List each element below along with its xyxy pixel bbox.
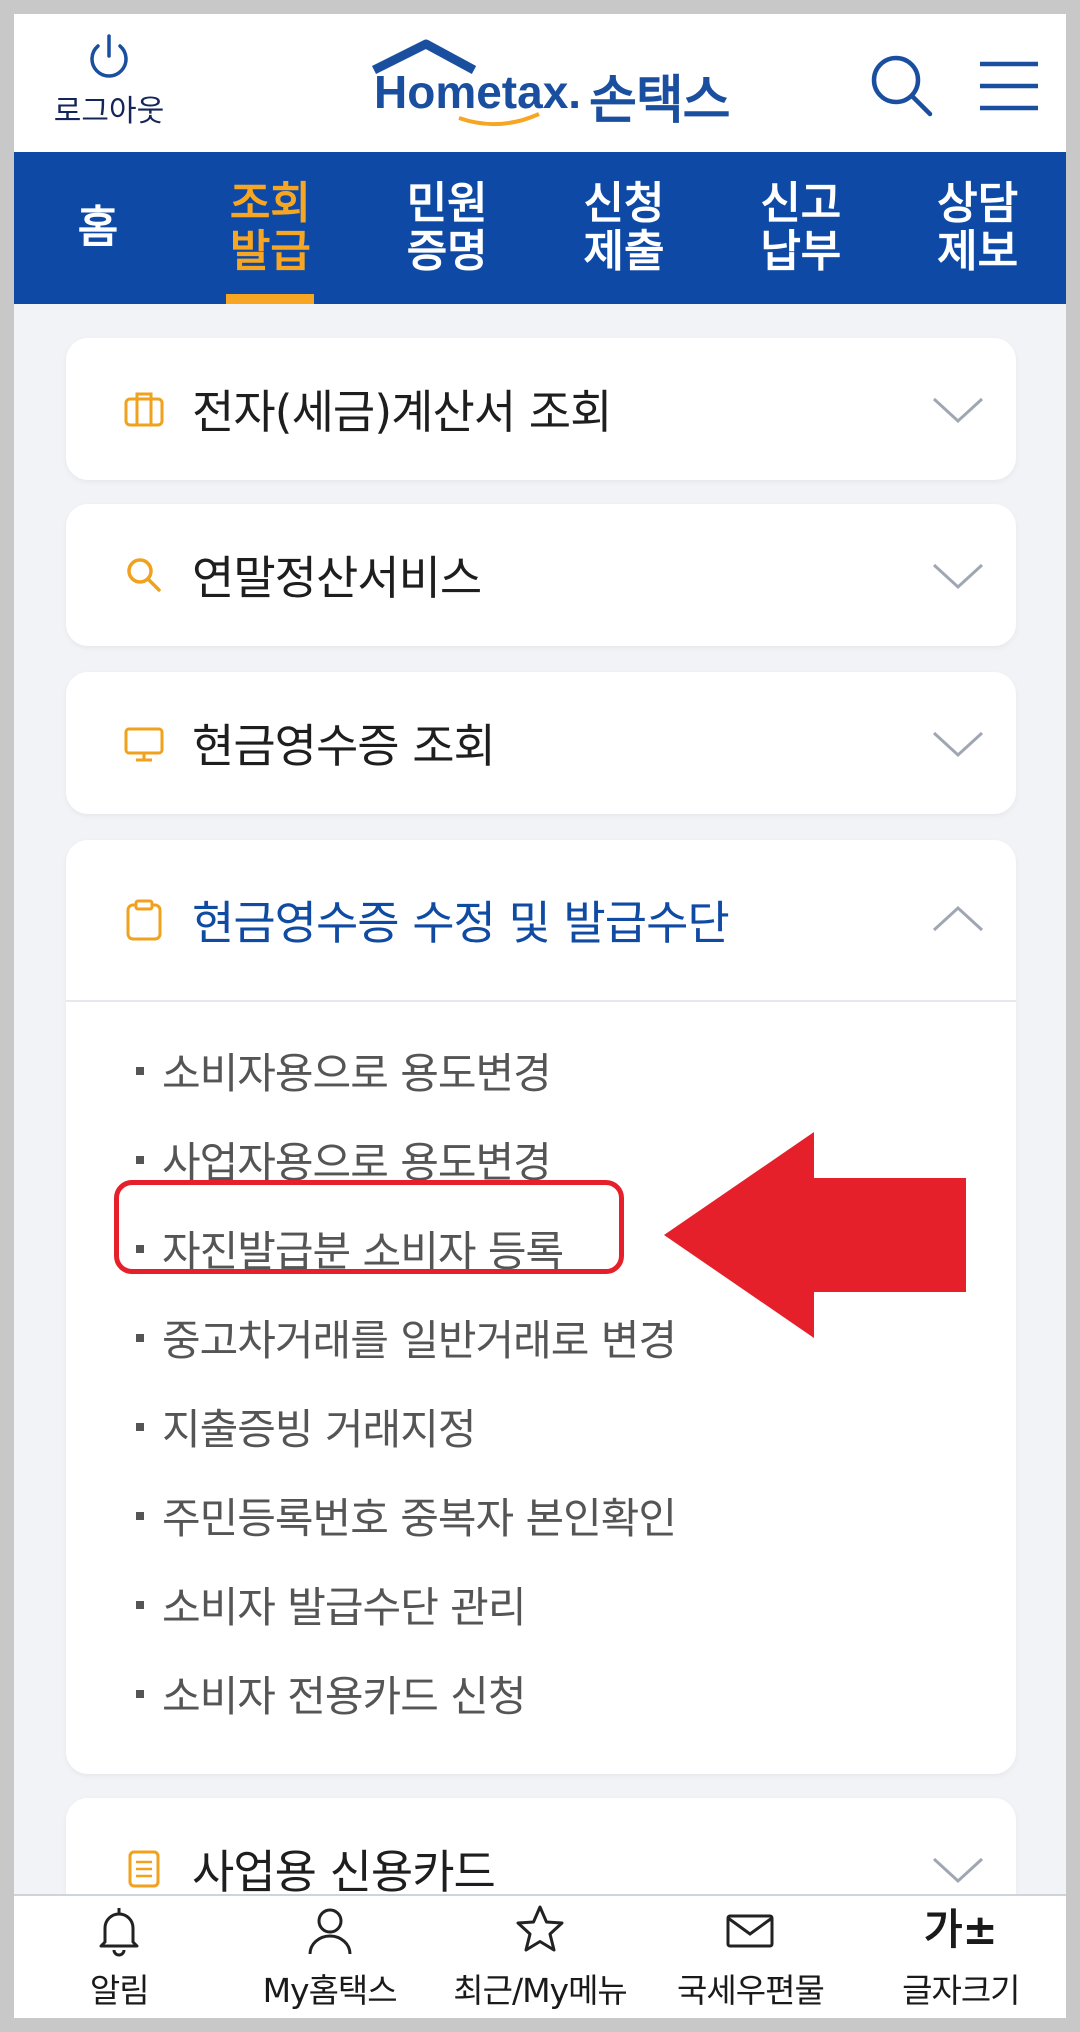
submenu-item[interactable]: 주민등록번호 중복자 본인확인 xyxy=(66,1471,1016,1560)
font-size-icon: 가± xyxy=(923,1905,998,1954)
chevron-up-icon xyxy=(932,905,984,932)
submenu-label: 지출증빙 거래지정 xyxy=(162,1405,476,1454)
bottom-tab-label: 글자크기 xyxy=(902,1971,1020,2010)
section-title: 연말정산서비스 xyxy=(192,551,482,605)
user-icon xyxy=(308,1908,352,1955)
logout-label: 로그아웃 xyxy=(53,94,165,129)
nav-tab-label: 상담 제보 xyxy=(937,178,1019,277)
bullet-icon xyxy=(136,1689,144,1698)
submenu-label: 주민등록번호 중복자 본인확인 xyxy=(162,1494,677,1543)
section-title: 전자(세금)계산서 조회 xyxy=(192,385,612,439)
section-card-year-end: 연말정산서비스 xyxy=(66,504,1016,646)
nav-tab-report-pay[interactable]: 신고 납부 xyxy=(712,152,889,304)
main-nav: 홈 조회 발급 민원 증명 신청 제출 신고 납부 상담 제보 xyxy=(14,152,1066,304)
bottom-tab-label: My홈택스 xyxy=(262,1971,398,2010)
chevron-down-icon xyxy=(932,1857,984,1884)
chevron-down-icon xyxy=(932,731,984,758)
header-menu-button[interactable] xyxy=(974,50,1044,120)
red-arrow-icon xyxy=(664,1132,966,1338)
nav-tab-label: 조회 발급 xyxy=(229,178,311,277)
top-header: 로그아웃 Hometax. 손택스 xyxy=(14,14,1066,152)
section-card-e-invoice: 전자(세금)계산서 조회 xyxy=(66,338,1016,480)
search-icon xyxy=(871,55,933,117)
bullet-icon xyxy=(136,1333,144,1342)
mail-icon xyxy=(726,1914,774,1948)
nav-tab-home[interactable]: 홈 xyxy=(14,152,182,304)
section-card-cash-receipt: 현금영수증 조회 xyxy=(66,672,1016,814)
bottom-tab-bar: 알림 My홈택스 최근/My메뉴 국세우편물 가± 글자크기 xyxy=(14,1894,1066,2018)
hamburger-menu-icon xyxy=(980,61,1038,111)
hometax-logo[interactable]: Hometax. 손택스 xyxy=(364,36,744,136)
submenu-item[interactable]: 지출증빙 거래지정 xyxy=(66,1382,1016,1471)
section-title: 사업용 신용카드 xyxy=(192,1845,496,1899)
star-icon xyxy=(516,1905,564,1952)
highlight-box xyxy=(114,1180,624,1274)
nav-tab-label: 홈 xyxy=(77,202,119,253)
chevron-down-icon xyxy=(932,397,984,424)
bottom-tab-tax-mail[interactable]: 국세우편물 xyxy=(645,1896,855,2018)
nav-tab-apply-submit[interactable]: 신청 제출 xyxy=(536,152,713,304)
bullet-icon xyxy=(136,1600,144,1609)
monitor-icon xyxy=(124,727,164,762)
document-icon xyxy=(128,1850,160,1888)
submenu-item[interactable]: 소비자용으로 용도변경 xyxy=(66,1026,1016,1115)
submenu-label: 소비자용으로 용도변경 xyxy=(162,1049,552,1098)
chevron-down-icon xyxy=(932,563,984,590)
hometax-logo-mark: Hometax. xyxy=(371,39,581,127)
bottom-tab-my-hometax[interactable]: My홈택스 xyxy=(224,1896,434,2018)
bottom-tab-label: 알림 xyxy=(89,1971,150,2010)
submenu-item[interactable]: 소비자 발급수단 관리 xyxy=(66,1560,1016,1649)
nav-tab-inquiry-issue[interactable]: 조회 발급 xyxy=(182,152,359,304)
submenu-item[interactable]: 소비자 전용카드 신청 xyxy=(66,1649,1016,1738)
briefcase-icon xyxy=(124,392,164,427)
section-title: 현금영수증 조회 xyxy=(192,719,496,773)
logo-word: Hometax. xyxy=(374,66,581,118)
bell-icon xyxy=(99,1908,139,1957)
clipboard-icon xyxy=(126,899,162,941)
bottom-tab-label: 최근/My메뉴 xyxy=(453,1971,628,2010)
submenu-list: 소비자용으로 용도변경 사업자용으로 용도변경 자진발급분 소비자 등록 중고차… xyxy=(66,1002,1016,1768)
nav-tab-label: 민원 증명 xyxy=(406,178,488,277)
nav-tab-label: 신청 제출 xyxy=(583,178,665,277)
section-header[interactable]: 현금영수증 수정 및 발급수단 xyxy=(66,840,1016,1000)
section-header[interactable]: 전자(세금)계산서 조회 xyxy=(66,338,1016,480)
brand-name: 손택스 xyxy=(589,71,731,131)
bottom-tab-label: 국세우편물 xyxy=(677,1971,825,2010)
nav-tab-civil-certificate[interactable]: 민원 증명 xyxy=(359,152,536,304)
submenu-label: 소비자 전용카드 신청 xyxy=(162,1672,526,1721)
nav-tab-label: 신고 납부 xyxy=(760,178,842,277)
bottom-tab-recent-my-menu[interactable]: 최근/My메뉴 xyxy=(435,1896,645,2018)
section-header[interactable]: 현금영수증 조회 xyxy=(66,672,1016,814)
app-frame: 로그아웃 Hometax. 손택스 홈 조회 발급 민원 증명 신청 제출 신고… xyxy=(14,14,1066,2018)
header-search-button[interactable] xyxy=(866,50,936,120)
power-icon xyxy=(90,34,128,78)
submenu-label: 소비자 발급수단 관리 xyxy=(162,1583,526,1632)
bottom-tab-font-size[interactable]: 가± 글자크기 xyxy=(856,1896,1066,2018)
bullet-icon xyxy=(136,1422,144,1431)
section-title: 현금영수증 수정 및 발급수단 xyxy=(192,896,730,950)
logout-button[interactable]: 로그아웃 xyxy=(44,32,174,142)
submenu-label: 중고차거래를 일반거래로 변경 xyxy=(162,1316,677,1365)
bottom-tab-alerts[interactable]: 알림 xyxy=(14,1896,224,2018)
bullet-icon xyxy=(136,1511,144,1520)
bullet-icon xyxy=(136,1155,144,1164)
nav-tab-consult-report[interactable]: 상담 제보 xyxy=(889,152,1066,304)
section-header[interactable]: 연말정산서비스 xyxy=(66,504,1016,646)
search-icon xyxy=(127,558,161,592)
bullet-icon xyxy=(136,1066,144,1075)
